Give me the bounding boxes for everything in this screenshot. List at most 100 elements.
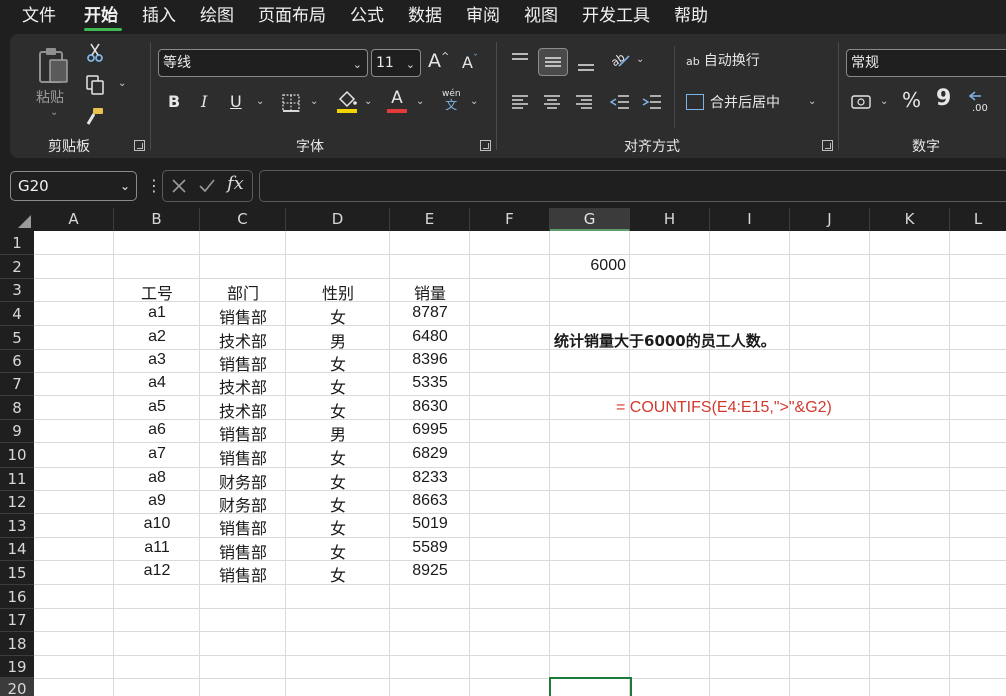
- row-header-14[interactable]: 14: [0, 538, 34, 561]
- decrease-indent-button[interactable]: [608, 90, 632, 114]
- cell-dept[interactable]: 销售部: [200, 515, 286, 539]
- shrink-font-button[interactable]: Aˇ: [462, 53, 478, 72]
- more-options-icon[interactable]: ⋮: [146, 176, 162, 195]
- font-name-select[interactable]: 等线 ⌄: [158, 49, 368, 77]
- row-header-2[interactable]: 2: [0, 255, 34, 279]
- increase-indent-button[interactable]: [640, 90, 664, 114]
- cell-g2[interactable]: 6000: [550, 257, 626, 275]
- cell-sales[interactable]: 5335: [390, 374, 470, 392]
- cell-gender[interactable]: 女: [286, 492, 390, 516]
- row-header-20[interactable]: 20: [0, 678, 34, 696]
- row-header-9[interactable]: 9: [0, 420, 34, 443]
- comma-style-button[interactable]: 9: [936, 86, 951, 111]
- cell-dept[interactable]: 销售部: [200, 351, 286, 375]
- row-header-13[interactable]: 13: [0, 514, 34, 538]
- cell-dept[interactable]: 销售部: [200, 445, 286, 469]
- cell-dept[interactable]: 财务部: [200, 492, 286, 516]
- percent-button[interactable]: %: [902, 88, 921, 112]
- formula-example-cell[interactable]: = COUNTIFS(E4:E15,">"&G2): [616, 399, 832, 417]
- cell-gender[interactable]: 女: [286, 515, 390, 539]
- cell-dept[interactable]: 销售部: [200, 421, 286, 445]
- cut-button[interactable]: [84, 42, 106, 64]
- column-header-h[interactable]: H: [630, 208, 710, 231]
- cell-sales[interactable]: 5589: [390, 539, 470, 557]
- menu-formulas[interactable]: 公式: [350, 4, 384, 28]
- paste-dropdown-chevron-icon[interactable]: ⌄: [50, 107, 58, 118]
- cell-area[interactable]: 6000 工号 部门 性别 销量 a1 销售部 女 8787 a2 技术部 男 …: [34, 231, 1006, 696]
- cell-sales[interactable]: 8663: [390, 492, 470, 510]
- menu-developer[interactable]: 开发工具: [582, 4, 650, 28]
- header-cell-dept[interactable]: 部门: [200, 280, 286, 304]
- align-right-button[interactable]: [572, 90, 596, 114]
- menu-data[interactable]: 数据: [408, 4, 442, 28]
- cell-id[interactable]: a3: [114, 351, 200, 369]
- row-header-7[interactable]: 7: [0, 373, 34, 396]
- row-header-1[interactable]: 1: [0, 231, 34, 255]
- font-color-button[interactable]: A: [386, 88, 408, 114]
- header-cell-gender[interactable]: 性别: [286, 280, 390, 304]
- menu-insert[interactable]: 插入: [142, 4, 176, 28]
- row-header-15[interactable]: 15: [0, 561, 34, 585]
- row-header-11[interactable]: 11: [0, 468, 34, 491]
- row-header-10[interactable]: 10: [0, 443, 34, 468]
- cell-id[interactable]: a12: [114, 562, 200, 580]
- cell-gender[interactable]: 女: [286, 562, 390, 586]
- cell-id[interactable]: a5: [114, 398, 200, 416]
- cell-id[interactable]: a8: [114, 469, 200, 487]
- borders-button[interactable]: [280, 92, 302, 114]
- cell-dept[interactable]: 销售部: [200, 304, 286, 328]
- column-header-j[interactable]: J: [790, 208, 870, 231]
- row-header-6[interactable]: 6: [0, 350, 34, 373]
- alignment-launcher-icon[interactable]: [822, 140, 833, 151]
- header-cell-sales[interactable]: 销量: [390, 280, 470, 304]
- copy-dropdown-chevron-icon[interactable]: ⌄: [118, 78, 126, 89]
- phonetic-dropdown-chevron-icon[interactable]: ⌄: [470, 96, 478, 107]
- align-bottom-button[interactable]: [574, 52, 598, 76]
- cell-sales[interactable]: 8396: [390, 351, 470, 369]
- column-header-f[interactable]: F: [470, 208, 550, 231]
- row-header-12[interactable]: 12: [0, 491, 34, 514]
- cell-id[interactable]: a11: [114, 539, 200, 557]
- underline-button[interactable]: U: [230, 92, 242, 111]
- wrap-text-button[interactable]: ab 自动换行: [686, 50, 760, 70]
- column-header-g[interactable]: G: [550, 208, 630, 231]
- font-launcher-icon[interactable]: [480, 140, 491, 151]
- merge-dropdown-chevron-icon[interactable]: ⌄: [808, 96, 816, 107]
- row-header-3[interactable]: 3: [0, 279, 34, 302]
- cell-id[interactable]: a4: [114, 374, 200, 392]
- orientation-button[interactable]: ab: [608, 48, 632, 72]
- column-header-k[interactable]: K: [870, 208, 950, 231]
- menu-view[interactable]: 视图: [524, 4, 558, 28]
- row-header-4[interactable]: 4: [0, 302, 34, 326]
- row-header-18[interactable]: 18: [0, 632, 34, 656]
- cell-dept[interactable]: 销售部: [200, 539, 286, 563]
- accounting-format-button[interactable]: [850, 90, 874, 114]
- menu-home[interactable]: 开始: [84, 4, 118, 28]
- bold-button[interactable]: B: [168, 92, 180, 111]
- number-format-select[interactable]: 常规: [846, 49, 1006, 77]
- name-box[interactable]: G20 ⌄: [10, 171, 137, 201]
- row-header-17[interactable]: 17: [0, 609, 34, 632]
- menu-draw[interactable]: 绘图: [200, 4, 234, 28]
- row-header-5[interactable]: 5: [0, 326, 34, 350]
- row-header-19[interactable]: 19: [0, 656, 34, 678]
- cell-sales[interactable]: 6480: [390, 328, 470, 346]
- cell-gender[interactable]: 女: [286, 469, 390, 493]
- column-header-i[interactable]: I: [710, 208, 790, 231]
- cell-sales[interactable]: 8787: [390, 304, 470, 322]
- cell-dept[interactable]: 技术部: [200, 374, 286, 398]
- cell-gender[interactable]: 女: [286, 351, 390, 375]
- underline-dropdown-chevron-icon[interactable]: ⌄: [256, 96, 264, 107]
- italic-button[interactable]: I: [201, 92, 207, 111]
- row-header-16[interactable]: 16: [0, 585, 34, 609]
- align-left-button[interactable]: [508, 90, 532, 114]
- cell-id[interactable]: a2: [114, 328, 200, 346]
- menu-file[interactable]: 文件: [22, 4, 56, 28]
- cell-gender[interactable]: 女: [286, 445, 390, 469]
- cell-id[interactable]: a1: [114, 304, 200, 322]
- align-top-button[interactable]: [508, 48, 532, 72]
- fill-color-button[interactable]: [336, 90, 358, 114]
- column-header-l[interactable]: L: [950, 208, 1006, 231]
- paste-button[interactable]: [34, 44, 74, 90]
- cell-gender[interactable]: 女: [286, 374, 390, 398]
